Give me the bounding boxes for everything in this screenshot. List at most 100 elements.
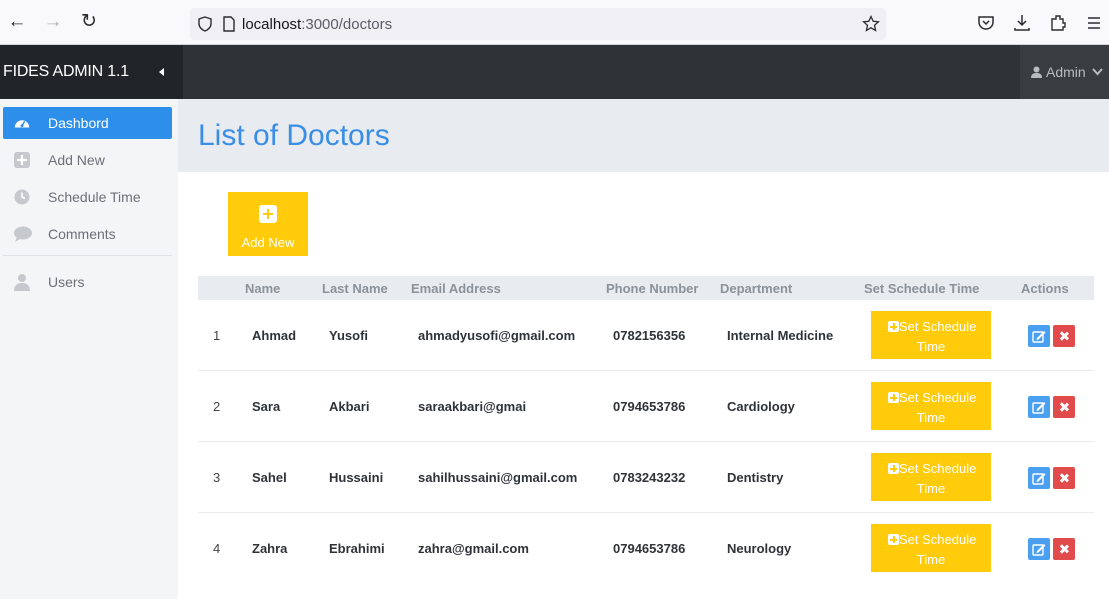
comment-icon xyxy=(14,226,32,242)
plus-square-icon xyxy=(888,463,899,474)
doctor-phone: 0794653786 xyxy=(613,541,686,556)
delete-button[interactable] xyxy=(1053,325,1075,347)
doctor-last-name: Ebrahimi xyxy=(329,541,385,556)
set-schedule-button[interactable]: Set Schedule Time xyxy=(871,382,991,430)
pocket-icon[interactable] xyxy=(976,13,996,33)
sidebar-item-label: Users xyxy=(48,274,85,290)
delete-button[interactable] xyxy=(1053,396,1075,418)
sidebar-item-comments[interactable]: Comments xyxy=(3,218,172,250)
edit-button[interactable] xyxy=(1028,325,1050,347)
table-header: Name Last Name Email Address Phone Numbe… xyxy=(198,276,1094,300)
set-schedule-button[interactable]: Set Schedule Time xyxy=(871,524,991,572)
doctor-phone: 0783243232 xyxy=(613,470,686,485)
edit-button[interactable] xyxy=(1028,396,1050,418)
doctor-department: Internal Medicine xyxy=(727,328,834,343)
sidebar-item-users[interactable]: Users xyxy=(3,266,172,298)
doctor-last-name: Hussaini xyxy=(329,470,384,485)
doctor-last-name: Yusofi xyxy=(329,328,369,343)
user-menu[interactable]: Admin xyxy=(1020,45,1109,99)
table-row: 1 Ahmad Yusofi ahmadyusofi@gmail.com 078… xyxy=(198,300,1094,371)
brand: FIDES ADMIN 1.1 xyxy=(0,45,183,99)
page-header: List of Doctors xyxy=(178,99,1109,172)
schedule-label-line2: Time xyxy=(916,481,946,496)
row-number: 1 xyxy=(213,328,221,343)
add-new-label: Add New xyxy=(241,235,295,250)
schedule-label-line2: Time xyxy=(916,410,946,425)
plus-square-icon xyxy=(888,321,899,332)
reload-icon[interactable]: ↻ xyxy=(78,11,100,33)
sidebar-item-schedule-time[interactable]: Schedule Time xyxy=(3,181,172,213)
edit-button[interactable] xyxy=(1028,467,1050,489)
table-row: 4 Zahra Ebrahimi zahra@gmail.com 0794653… xyxy=(198,513,1094,584)
url-text: localhost:3000/doctors xyxy=(242,16,392,33)
doctor-name: Zahra xyxy=(252,541,288,556)
doctor-email: saraakbari@gmai xyxy=(418,399,527,414)
plus-square-icon xyxy=(888,534,899,545)
doctor-phone: 0782156356 xyxy=(613,328,686,343)
doctor-department: Neurology xyxy=(727,541,792,556)
bookmark-star-icon[interactable] xyxy=(862,15,880,33)
schedule-label-line1: Set Schedule xyxy=(899,390,977,405)
doctor-email: sahilhussaini@gmail.com xyxy=(418,470,578,485)
page-title: List of Doctors xyxy=(198,119,390,152)
clock-icon xyxy=(14,189,30,205)
delete-button[interactable] xyxy=(1053,467,1075,489)
user-icon xyxy=(1031,66,1042,78)
doctor-name: Sara xyxy=(252,399,281,414)
plus-square-icon xyxy=(888,392,899,403)
edit-icon xyxy=(1032,402,1046,414)
edit-icon xyxy=(1032,473,1046,485)
schedule-label-line1: Set Schedule xyxy=(899,461,977,476)
doctor-department: Cardiology xyxy=(727,399,795,414)
set-schedule-button[interactable]: Set Schedule Time xyxy=(871,311,991,359)
schedule-label-line1: Set Schedule xyxy=(899,319,977,334)
doctor-last-name: Akbari xyxy=(329,399,370,414)
doctor-department: Dentistry xyxy=(727,470,784,485)
menu-icon[interactable] xyxy=(1084,13,1104,33)
column-header-name: Name xyxy=(245,281,281,296)
doctor-email: ahmadyusofi@gmail.com xyxy=(418,328,576,343)
back-arrow-icon[interactable]: ← xyxy=(6,11,28,33)
row-number: 4 xyxy=(213,541,221,556)
url-path: :3000/doctors xyxy=(301,16,393,33)
row-number: 2 xyxy=(213,399,221,414)
page-icon xyxy=(223,16,235,32)
browser-toolbar: ← → ↻ localhost:3000/doctors xyxy=(0,0,1109,45)
column-header-schedule: Set Schedule Time xyxy=(864,281,980,296)
sidebar-toggle-icon[interactable] xyxy=(159,68,164,76)
user-icon xyxy=(14,274,30,291)
url-host: localhost xyxy=(242,16,302,33)
edit-icon xyxy=(1032,544,1046,556)
doctor-email: zahra@gmail.com xyxy=(418,541,529,556)
set-schedule-button[interactable]: Set Schedule Time xyxy=(871,453,991,501)
doctor-name: Sahel xyxy=(252,470,287,485)
row-number: 3 xyxy=(213,470,221,485)
schedule-label-line2: Time xyxy=(916,552,946,567)
brand-title: FIDES ADMIN 1.1 xyxy=(3,63,129,80)
edit-icon xyxy=(1032,331,1046,343)
sidebar-item-label: Schedule Time xyxy=(48,189,141,205)
sidebar-item-label: Add New xyxy=(48,152,105,168)
address-bar[interactable]: localhost:3000/doctors xyxy=(190,8,886,40)
forward-arrow-icon[interactable]: → xyxy=(42,11,64,33)
column-header-email: Email Address xyxy=(411,281,501,296)
doctor-phone: 0794653786 xyxy=(613,399,686,414)
column-header-department: Department xyxy=(720,281,793,296)
chevron-down-icon xyxy=(1092,68,1103,76)
doctor-name: Ahmad xyxy=(252,328,297,343)
column-header-last-name: Last Name xyxy=(322,281,388,296)
sidebar: Dashbord Add New Schedule Time Comments … xyxy=(0,99,178,599)
table-row: 2 Sara Akbari saraakbari@gmai 0794653786… xyxy=(198,371,1094,442)
column-header-actions: Actions xyxy=(1021,281,1069,296)
sidebar-item-dashboard[interactable]: Dashbord xyxy=(3,107,172,139)
extensions-icon[interactable] xyxy=(1048,13,1068,33)
column-header-phone: Phone Number xyxy=(606,281,699,296)
user-menu-label: Admin xyxy=(1046,64,1086,80)
download-icon[interactable] xyxy=(1012,13,1032,33)
edit-button[interactable] xyxy=(1028,538,1050,560)
add-new-button[interactable]: Add New xyxy=(228,192,308,256)
delete-button[interactable] xyxy=(1053,538,1075,560)
sidebar-item-add-new[interactable]: Add New xyxy=(3,144,172,176)
table-row: 3 Sahel Hussaini sahilhussaini@gmail.com… xyxy=(198,442,1094,513)
app-header: FIDES ADMIN 1.1 Admin xyxy=(0,45,1109,99)
